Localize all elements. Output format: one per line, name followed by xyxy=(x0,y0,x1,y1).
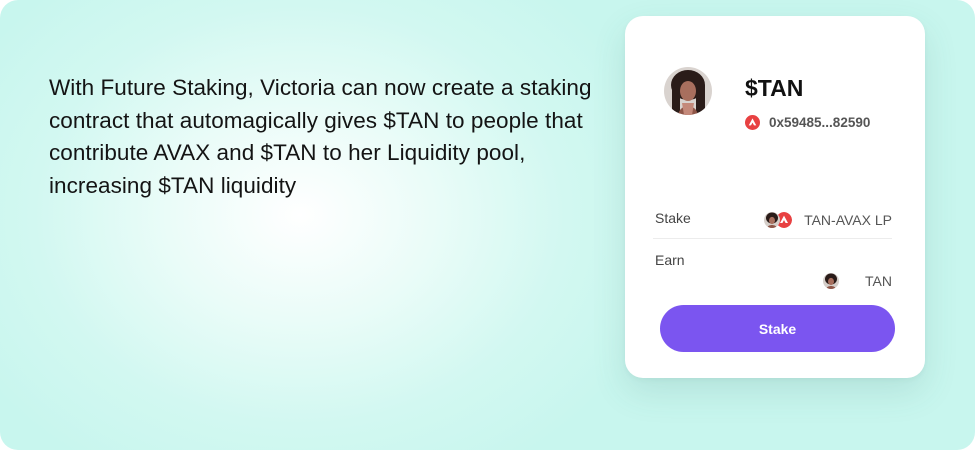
token-name: $TAN xyxy=(745,75,804,101)
avatar xyxy=(664,67,712,115)
stake-button[interactable]: Stake xyxy=(660,305,895,352)
contract-address-row: 0x59485...82590 xyxy=(745,115,870,130)
feature-description: With Future Staking, Victoria can now cr… xyxy=(49,75,592,198)
stake-asset: TAN-AVAX LP xyxy=(764,212,892,228)
stake-asset-label: TAN-AVAX LP xyxy=(804,212,892,228)
earn-asset-label: TAN xyxy=(865,273,892,289)
earn-asset: TAN xyxy=(823,273,892,289)
tan-token-icon xyxy=(823,273,840,289)
stake-label: Stake xyxy=(655,210,691,226)
tan-token-icon xyxy=(764,212,781,228)
token-pair-icons xyxy=(764,212,794,228)
avalanche-icon xyxy=(745,115,760,130)
contract-address[interactable]: 0x59485...82590 xyxy=(769,115,870,130)
stake-row: Stake TAN-AVAX LP xyxy=(653,206,892,239)
earn-label: Earn xyxy=(655,252,685,268)
promo-banner: With Future Staking, Victoria can now cr… xyxy=(0,0,975,450)
earn-row: Earn TAN xyxy=(653,248,892,289)
staking-card: $TAN 0x59485...82590 Stake TAN-AVAX LP E… xyxy=(625,16,925,378)
